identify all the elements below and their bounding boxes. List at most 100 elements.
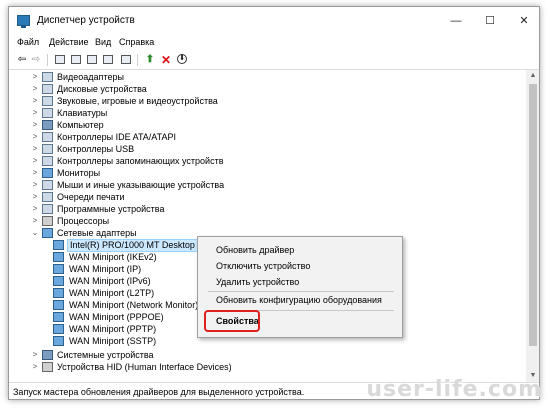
tree-item-label: WAN Miniport (Network Monitor) bbox=[69, 300, 199, 310]
close-button[interactable]: ✕ bbox=[507, 7, 539, 35]
ide-controller-icon bbox=[42, 132, 53, 142]
tree-category-label: Мыши и иные указывающие устройства bbox=[57, 180, 225, 190]
forward-arrow-icon[interactable]: ⇨ bbox=[29, 53, 43, 67]
menu-separator bbox=[208, 291, 394, 292]
device-list-icon[interactable] bbox=[53, 53, 67, 67]
disk-drive-icon bbox=[42, 84, 53, 94]
network-adapter-icon bbox=[53, 288, 64, 298]
network-adapter-icon bbox=[53, 300, 64, 310]
sound-icon bbox=[42, 96, 53, 106]
menu-item-scan-hardware[interactable]: Обновить конфигурацию оборудования bbox=[216, 295, 382, 305]
network-adapter-icon bbox=[53, 252, 64, 262]
minimize-button[interactable]: — bbox=[439, 7, 473, 35]
processor-icon bbox=[42, 216, 53, 226]
menu-item-update-driver[interactable]: Обновить драйвер bbox=[216, 245, 294, 255]
tree-category-label: Дисковые устройства bbox=[57, 84, 147, 94]
status-text: Запуск мастера обновления драйверов для … bbox=[13, 387, 305, 397]
watermark: user-life.com bbox=[366, 377, 542, 402]
expand-arrow-icon[interactable]: > bbox=[31, 83, 39, 95]
tree-category-label: Контроллеры IDE ATA/ATAPI bbox=[57, 132, 176, 142]
software-device-icon bbox=[42, 204, 53, 214]
network-adapter-icon bbox=[53, 312, 64, 322]
display-adapter-icon bbox=[42, 72, 53, 82]
keyboard-icon bbox=[42, 108, 53, 118]
expand-arrow-icon[interactable]: > bbox=[31, 191, 39, 203]
menu-bar: Файл Действие Вид Справка bbox=[9, 35, 539, 51]
network-adapter-icon bbox=[53, 336, 64, 346]
maximize-button[interactable]: ☐ bbox=[473, 7, 507, 35]
tree-category-label: Очереди печати bbox=[57, 192, 125, 202]
storage-controller-icon bbox=[42, 156, 53, 166]
tree-item-label: WAN Miniport (IPv6) bbox=[69, 276, 151, 286]
network-adapter-icon bbox=[53, 324, 64, 334]
toolbar-separator bbox=[47, 54, 48, 66]
tree-item-label: WAN Miniport (SSTP) bbox=[69, 336, 157, 346]
network-adapter-icon bbox=[53, 264, 64, 274]
tree-category-label: Контроллеры запоминающих устройств bbox=[57, 156, 224, 166]
view-resources-icon[interactable] bbox=[101, 53, 115, 67]
hid-device-icon bbox=[42, 362, 53, 372]
expand-arrow-icon[interactable]: > bbox=[31, 155, 39, 167]
menu-help[interactable]: Справка bbox=[119, 37, 154, 47]
device-manager-window: Диспетчер устройств — ☐ ✕ Файл Действие … bbox=[8, 6, 540, 400]
help-icon[interactable] bbox=[85, 53, 99, 67]
expand-arrow-icon[interactable]: > bbox=[31, 71, 39, 83]
toolbar: ⇦ ⇨ ⬆ ✕ ⬇ bbox=[9, 51, 539, 70]
network-adapter-icon bbox=[53, 240, 64, 250]
collapse-arrow-icon[interactable]: ⌄ bbox=[31, 227, 39, 239]
download-circle-icon[interactable]: ⬇ bbox=[175, 53, 189, 67]
tree-category-label: Программные устройства bbox=[57, 204, 165, 214]
computer-icon bbox=[42, 120, 53, 130]
expand-arrow-icon[interactable]: > bbox=[31, 215, 39, 227]
menu-item-uninstall-device[interactable]: Удалить устройство bbox=[216, 277, 299, 287]
expand-arrow-icon[interactable]: > bbox=[31, 179, 39, 191]
properties-icon[interactable] bbox=[69, 53, 83, 67]
tree-category-label: Мониторы bbox=[57, 168, 101, 178]
vertical-scrollbar[interactable]: ▲ ▼ bbox=[526, 70, 539, 382]
uninstall-x-icon[interactable]: ✕ bbox=[159, 53, 173, 67]
device-manager-icon bbox=[17, 15, 30, 28]
expand-arrow-icon[interactable]: > bbox=[31, 349, 39, 361]
monitor-icon bbox=[42, 168, 53, 178]
menu-item-disable-device[interactable]: Отключить устройство bbox=[216, 261, 310, 271]
scroll-thumb[interactable] bbox=[529, 84, 537, 346]
window-title: Диспетчер устройств bbox=[37, 15, 135, 26]
scroll-up-icon[interactable]: ▲ bbox=[526, 70, 539, 82]
tree-item-label: WAN Miniport (IP) bbox=[69, 264, 142, 274]
expand-arrow-icon[interactable]: > bbox=[31, 107, 39, 119]
tree-category-label: Видеоадаптеры bbox=[57, 72, 124, 82]
scan-hardware-icon[interactable] bbox=[119, 53, 133, 67]
usb-controller-icon bbox=[42, 144, 53, 154]
tree-category-label: Звуковые, игровые и видеоустройства bbox=[57, 96, 218, 106]
expand-arrow-icon[interactable]: > bbox=[31, 95, 39, 107]
expand-arrow-icon[interactable]: > bbox=[31, 361, 39, 373]
tree-category-label: Процессоры bbox=[57, 216, 110, 226]
properties-highlight-frame bbox=[204, 310, 260, 332]
tree-category-label: Контроллеры USB bbox=[57, 144, 135, 154]
tree-category-label: Клавиатуры bbox=[57, 108, 108, 118]
back-arrow-icon[interactable]: ⇦ bbox=[15, 53, 29, 67]
expand-arrow-icon[interactable]: > bbox=[31, 143, 39, 155]
network-adapter-icon bbox=[53, 276, 64, 286]
menu-file[interactable]: Файл bbox=[17, 37, 39, 47]
system-device-icon bbox=[42, 350, 53, 360]
tree-category-label: Компьютер bbox=[57, 120, 104, 130]
tree-item-label: WAN Miniport (L2TP) bbox=[69, 288, 155, 298]
menu-view[interactable]: Вид bbox=[95, 37, 111, 47]
tree-category-label: Устройства HID (Human Interface Devices) bbox=[57, 362, 232, 372]
expand-arrow-icon[interactable]: > bbox=[31, 131, 39, 143]
title-bar: Диспетчер устройств — ☐ ✕ bbox=[9, 7, 539, 35]
expand-arrow-icon[interactable]: > bbox=[31, 119, 39, 131]
tree-category-label: Сетевые адаптеры bbox=[57, 228, 137, 238]
tree-item-label: WAN Miniport (IKEv2) bbox=[69, 252, 157, 262]
tree-category-label: Системные устройства bbox=[57, 350, 154, 360]
expand-arrow-icon[interactable]: > bbox=[31, 203, 39, 215]
update-driver-icon[interactable]: ⬆ bbox=[143, 53, 157, 67]
expand-arrow-icon[interactable]: > bbox=[31, 167, 39, 179]
tree-item-label: WAN Miniport (PPPOE) bbox=[69, 312, 164, 322]
mouse-icon bbox=[42, 180, 53, 190]
menu-action[interactable]: Действие bbox=[49, 37, 89, 47]
toolbar-separator bbox=[137, 54, 138, 66]
print-queue-icon bbox=[42, 192, 53, 202]
network-adapter-icon bbox=[42, 228, 53, 238]
